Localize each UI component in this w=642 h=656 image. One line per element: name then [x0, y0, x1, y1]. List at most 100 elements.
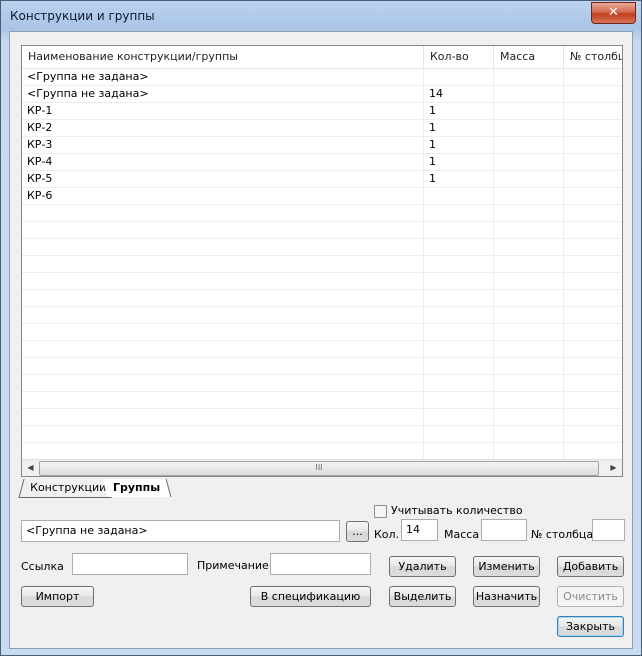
table-row[interactable]: [22, 221, 622, 239]
link-field[interactable]: [72, 553, 188, 575]
table-row[interactable]: КР-3 1: [22, 136, 622, 154]
cell-column-no: [564, 408, 622, 425]
cell-mass: [494, 323, 564, 340]
table-row[interactable]: [22, 357, 622, 375]
cell-qty: [424, 221, 494, 238]
cell-mass: [494, 408, 564, 425]
cell-qty: [424, 68, 494, 85]
delete-button[interactable]: Удалить: [389, 556, 456, 577]
cell-qty: 1: [424, 136, 494, 153]
cell-qty: [424, 255, 494, 272]
cell-name: КР-2: [22, 119, 424, 136]
consider-quantity-checkbox[interactable]: [374, 504, 387, 518]
cell-column-no: [564, 170, 622, 187]
title-bar[interactable]: Конструкции и группы ✕: [1, 1, 641, 31]
cell-name: [22, 272, 424, 289]
cell-qty: 1: [424, 170, 494, 187]
link-label: Ссылка: [21, 560, 64, 573]
cell-qty: [424, 340, 494, 357]
add-button[interactable]: Добавить: [557, 556, 624, 577]
table-row[interactable]: <Группа не задана> 14: [22, 85, 622, 103]
cell-mass: [494, 238, 564, 255]
browse-group-button[interactable]: ...: [346, 521, 369, 542]
cell-column-no: [564, 442, 622, 459]
table-row[interactable]: КР-2 1: [22, 119, 622, 137]
column-header-mass[interactable]: Масса: [494, 46, 564, 68]
group-field[interactable]: <Группа не задана>: [21, 520, 340, 542]
table-row[interactable]: КР-5 1: [22, 170, 622, 188]
cell-column-no: [564, 357, 622, 374]
table-row[interactable]: КР-4 1: [22, 153, 622, 171]
qty-field[interactable]: 14: [401, 519, 438, 541]
table-row[interactable]: [22, 323, 622, 341]
cell-name: [22, 306, 424, 323]
cell-qty: [424, 391, 494, 408]
cell-mass: [494, 391, 564, 408]
clear-button[interactable]: Очистить: [557, 586, 624, 607]
tab-groups[interactable]: Группы: [102, 479, 172, 497]
table-row[interactable]: КР-1 1: [22, 102, 622, 120]
table-row[interactable]: КР-6: [22, 187, 622, 205]
cell-column-no: [564, 391, 622, 408]
column-header-name[interactable]: Наименование конструкции/группы: [22, 46, 424, 68]
table-row[interactable]: [22, 425, 622, 443]
table-row[interactable]: [22, 374, 622, 392]
table-row[interactable]: <Группа не задана>: [22, 68, 622, 86]
select-button[interactable]: Выделить: [389, 586, 456, 607]
cell-column-no: [564, 187, 622, 204]
tab-constructions-label: Конструкции: [30, 481, 107, 494]
cell-qty: 14: [424, 85, 494, 102]
note-field[interactable]: [270, 553, 371, 575]
to-specification-button[interactable]: В спецификацию: [250, 586, 371, 607]
cell-qty: [424, 408, 494, 425]
cell-qty: [424, 204, 494, 221]
consider-quantity-option[interactable]: Учитывать количество: [374, 504, 523, 519]
tab-groups-label: Группы: [113, 481, 161, 494]
note-label: Примечание: [197, 559, 269, 572]
table-row[interactable]: [22, 238, 622, 256]
cell-column-no: [564, 255, 622, 272]
assign-button[interactable]: Назначить: [473, 586, 540, 607]
cell-mass: [494, 255, 564, 272]
cell-mass: [494, 204, 564, 221]
table-row[interactable]: [22, 340, 622, 358]
horizontal-scrollbar[interactable]: ◀ III ▶: [22, 459, 622, 476]
table-row[interactable]: [22, 408, 622, 426]
cell-column-no: [564, 238, 622, 255]
tab-constructions[interactable]: Конструкции: [18, 479, 117, 498]
column-header-qty[interactable]: Кол-во: [424, 46, 494, 68]
cell-name: [22, 374, 424, 391]
mass-field[interactable]: [481, 519, 527, 541]
cell-name: [22, 408, 424, 425]
table-row[interactable]: [22, 272, 622, 290]
cell-qty: [424, 306, 494, 323]
table-row[interactable]: [22, 391, 622, 409]
cell-name: [22, 238, 424, 255]
cell-column-no: [564, 119, 622, 136]
table-row[interactable]: [22, 442, 622, 460]
cell-qty: [424, 374, 494, 391]
mass-label: Масса: [444, 528, 480, 541]
cell-mass: [494, 102, 564, 119]
close-button[interactable]: Закрыть: [557, 616, 624, 637]
table-row[interactable]: [22, 306, 622, 324]
tab-strip: Конструкции Группы: [18, 479, 321, 499]
scroll-thumb[interactable]: III: [39, 461, 599, 476]
cell-qty: 1: [424, 119, 494, 136]
scroll-right-icon[interactable]: ▶: [605, 460, 622, 476]
table-row[interactable]: [22, 204, 622, 222]
column-header-column-no[interactable]: № столбца: [564, 46, 622, 68]
scroll-left-icon[interactable]: ◀: [22, 460, 39, 476]
cell-mass: [494, 136, 564, 153]
cell-column-no: [564, 221, 622, 238]
change-button[interactable]: Изменить: [473, 556, 540, 577]
cell-qty: 1: [424, 102, 494, 119]
cell-qty: [424, 238, 494, 255]
cell-column-no: [564, 85, 622, 102]
table-row[interactable]: [22, 255, 622, 273]
close-window-button[interactable]: ✕: [591, 2, 636, 24]
import-button[interactable]: Импорт: [21, 586, 94, 607]
column-no-field[interactable]: [592, 519, 625, 541]
table-row[interactable]: [22, 289, 622, 307]
cell-mass: [494, 289, 564, 306]
